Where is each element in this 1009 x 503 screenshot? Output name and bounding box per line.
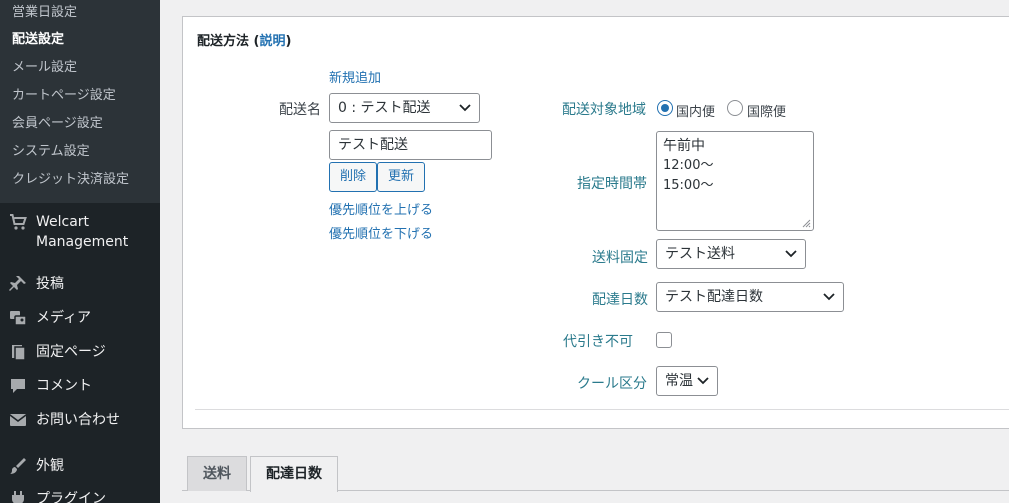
cart-icon bbox=[0, 212, 36, 232]
chevron-down-icon bbox=[459, 104, 471, 112]
media-icon bbox=[0, 308, 36, 328]
menu-pages[interactable]: 固定ページ bbox=[0, 342, 160, 362]
plugin-icon bbox=[0, 489, 36, 503]
cool-category-value: 常温 bbox=[665, 373, 693, 389]
menu-label-management: Management bbox=[36, 234, 129, 250]
chevron-down-icon bbox=[823, 293, 835, 301]
fixed-fee-label: 送料固定 bbox=[592, 250, 648, 266]
menu-label-media: メディア bbox=[36, 310, 92, 326]
panel-title: 配送方法 (説明) bbox=[197, 30, 291, 49]
submenu-shipping-settings[interactable]: 配送設定 bbox=[0, 26, 160, 54]
timeslot-line: 午前中 bbox=[663, 138, 705, 154]
menu-comments[interactable]: コメント bbox=[0, 376, 160, 396]
admin-sidebar: 営業日設定 配送設定 メール設定 カートページ設定 会員ページ設定 システム設定… bbox=[0, 0, 160, 503]
cod-unavailable-checkbox[interactable] bbox=[656, 332, 672, 348]
chevron-down-icon bbox=[785, 250, 797, 258]
brush-icon bbox=[0, 456, 36, 476]
menu-label-posts: 投稿 bbox=[36, 276, 64, 292]
timeslot-line: 12:00～ bbox=[663, 158, 714, 173]
shipping-method-panel: 配送方法 (説明) 新規追加 配送名 0 : テスト配送 テスト配送 削除 更新… bbox=[182, 16, 1009, 429]
panel-divider bbox=[195, 409, 1009, 410]
timeslot-label: 指定時間帯 bbox=[577, 176, 647, 192]
method-name-label: 配送名 bbox=[279, 102, 321, 118]
delete-button[interactable]: 削除 bbox=[329, 162, 377, 192]
delivery-days-label: 配達日数 bbox=[592, 292, 648, 308]
cool-category-label: クール区分 bbox=[577, 376, 647, 392]
submenu-cart-page[interactable]: カートページ設定 bbox=[0, 82, 160, 110]
help-close-paren: ) bbox=[285, 34, 292, 49]
comment-icon bbox=[0, 376, 36, 396]
menu-label-welcart: Welcart bbox=[36, 214, 90, 230]
method-name-input[interactable]: テスト配送 bbox=[329, 130, 492, 160]
menu-media[interactable]: メディア bbox=[0, 308, 160, 328]
menu-appearance[interactable]: 外観 bbox=[0, 456, 160, 476]
submenu-system-settings[interactable]: システム設定 bbox=[0, 138, 160, 166]
mail-icon bbox=[0, 410, 36, 430]
delivery-days-value: テスト配達日数 bbox=[665, 289, 763, 305]
page-icon bbox=[0, 342, 36, 362]
resize-grip-icon[interactable] bbox=[800, 217, 811, 228]
submenu-credit-settlement[interactable]: クレジット決済設定 bbox=[0, 166, 160, 194]
menu-label-comments: コメント bbox=[36, 378, 92, 394]
fixed-fee-value: テスト送料 bbox=[665, 246, 735, 262]
chevron-down-icon bbox=[697, 377, 709, 385]
settings-submenu: 営業日設定 配送設定 メール設定 カートページ設定 会員ページ設定 システム設定… bbox=[0, 0, 160, 203]
menu-contact[interactable]: お問い合わせ bbox=[0, 410, 160, 430]
tab-shipping-fee[interactable]: 送料 bbox=[187, 456, 247, 491]
cod-unavailable-label: 代引き不可 bbox=[563, 334, 633, 350]
panel-title-text: 配送方法 bbox=[197, 34, 250, 49]
region-international-radio[interactable] bbox=[727, 100, 743, 116]
menu-label-pages: 固定ページ bbox=[36, 344, 106, 360]
help-link[interactable]: 説明 bbox=[260, 34, 286, 49]
menu-posts[interactable]: 投稿 bbox=[0, 274, 160, 294]
add-new-link[interactable]: 新規追加 bbox=[329, 67, 381, 86]
cool-category-select[interactable]: 常温 bbox=[656, 366, 718, 396]
region-label: 配送対象地域 bbox=[562, 102, 646, 118]
submenu-member-page[interactable]: 会員ページ設定 bbox=[0, 110, 160, 138]
menu-welcart-management[interactable]: Welcart Management bbox=[0, 212, 160, 252]
tab-delivery-days[interactable]: 配達日数 bbox=[250, 456, 338, 492]
menu-label-contact: お問い合わせ bbox=[36, 412, 120, 428]
menu-label-appearance: 外観 bbox=[36, 458, 64, 474]
method-select[interactable]: 0 : テスト配送 bbox=[329, 93, 480, 123]
pin-icon bbox=[0, 274, 36, 294]
fixed-fee-select[interactable]: テスト送料 bbox=[656, 239, 806, 269]
menu-label-plugins: プラグイン bbox=[36, 491, 106, 503]
raise-priority-link[interactable]: 優先順位を上げる bbox=[329, 199, 433, 218]
region-domestic-radio[interactable] bbox=[657, 100, 673, 116]
method-select-value: 0 : テスト配送 bbox=[338, 100, 431, 116]
region-international-label: 国際便 bbox=[747, 105, 787, 120]
lower-priority-link[interactable]: 優先順位を下げる bbox=[329, 223, 433, 242]
menu-plugins[interactable]: プラグイン bbox=[0, 489, 160, 503]
submenu-business-days[interactable]: 営業日設定 bbox=[0, 0, 160, 26]
region-domestic-label: 国内便 bbox=[676, 105, 716, 120]
timeslot-textarea[interactable]: 午前中 12:00～ 15:00～ bbox=[656, 131, 814, 231]
delivery-days-select[interactable]: テスト配達日数 bbox=[656, 282, 844, 312]
update-button[interactable]: 更新 bbox=[377, 162, 425, 192]
timeslot-line: 15:00～ bbox=[663, 178, 714, 193]
submenu-mail-settings[interactable]: メール設定 bbox=[0, 54, 160, 82]
